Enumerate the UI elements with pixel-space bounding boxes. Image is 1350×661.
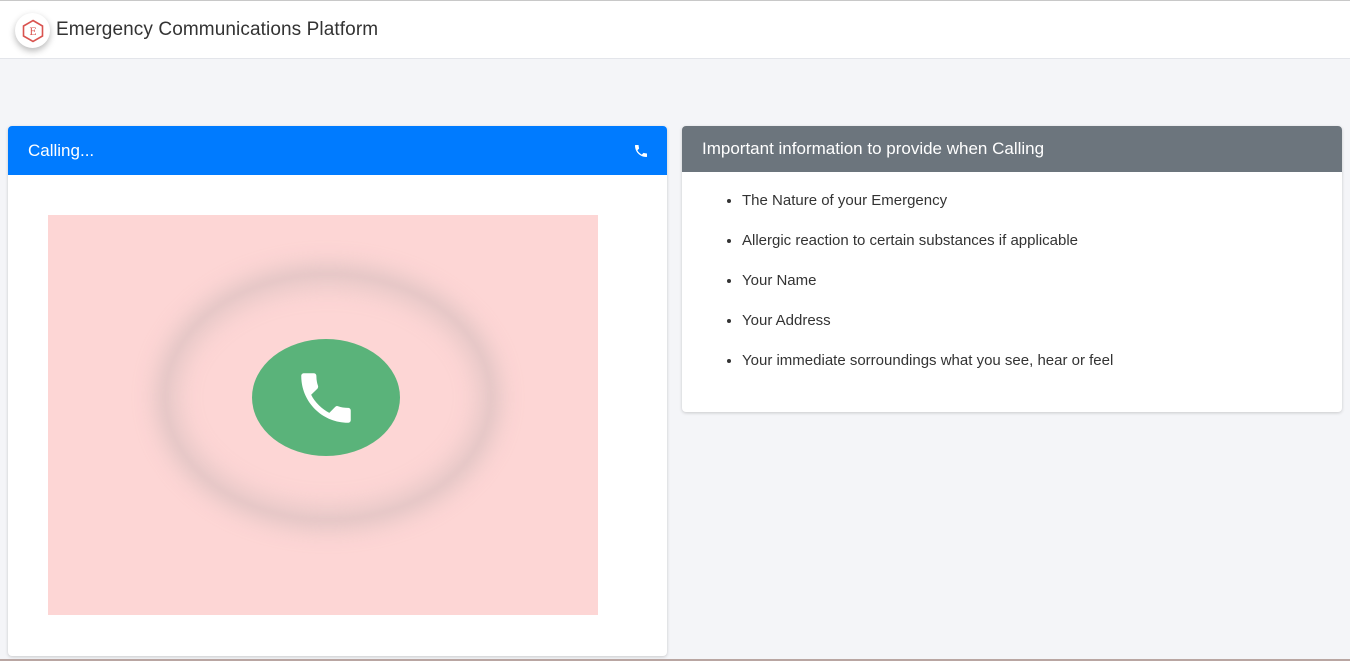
info-card-header: Important information to provide when Ca… [682,126,1342,172]
phone-icon [635,144,647,157]
logo-letter: E [29,27,36,38]
info-list: The Nature of your Emergency Allergic re… [682,172,1342,370]
app-logo[interactable]: E [15,13,50,48]
info-card: Important information to provide when Ca… [682,126,1342,412]
list-item: The Nature of your Emergency [742,192,1342,210]
list-item: Your Name [742,272,1342,290]
calling-animation-area [48,215,598,615]
hexagon-logo-icon: E [22,19,43,42]
top-navbar: E Emergency Communications Platform [0,0,1350,59]
calling-status: Calling... [28,140,95,160]
info-card-title: Important information to provide when Ca… [702,139,1045,158]
call-button[interactable] [252,339,400,456]
phone-icon [301,372,351,423]
calling-card: Calling... [8,126,667,656]
list-item: Allergic reaction to certain substances … [742,232,1342,250]
app-title[interactable]: Emergency Communications Platform [56,19,378,41]
calling-card-header: Calling... [8,126,667,175]
list-item: Your Address [742,312,1342,330]
list-item: Your immediate sorroundings what you see… [742,352,1342,370]
